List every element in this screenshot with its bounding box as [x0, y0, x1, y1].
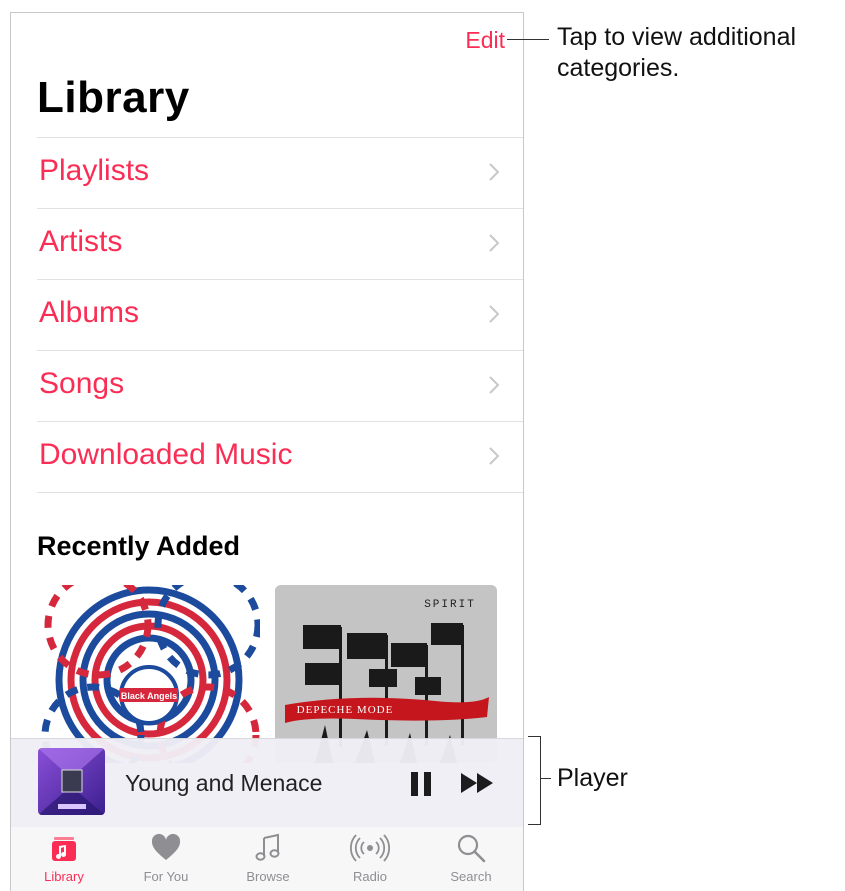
search-icon	[457, 834, 486, 863]
menu-item-playlists[interactable]: Playlists	[37, 137, 523, 208]
now-playing-track: Young and Menace	[125, 770, 323, 796]
tab-browse[interactable]: Browse	[218, 833, 318, 884]
tab-label: Browse	[246, 869, 290, 884]
album-art-black-angels[interactable]: Black Angels	[38, 585, 260, 763]
player-callout-bracket	[540, 736, 541, 824]
edit-button[interactable]: Edit	[465, 27, 505, 54]
menu-item-downloaded-music[interactable]: Downloaded Music	[37, 421, 523, 493]
tab-library[interactable]: Library	[14, 833, 114, 884]
tab-label: For You	[143, 869, 189, 884]
menu-item-label: Songs	[39, 367, 125, 400]
player-callout-bracket-top	[528, 736, 540, 737]
menu-item-label: Playlists	[39, 154, 150, 187]
menu-item-label: Artists	[39, 225, 123, 258]
menu-item-label: Albums	[39, 296, 140, 329]
library-menu: Playlists Artists Albums Songs Downloade…	[37, 137, 523, 493]
edit-callout-line	[507, 39, 549, 40]
radio-icon	[350, 834, 390, 862]
tab-search[interactable]: Search	[421, 833, 521, 884]
chevron-right-icon	[489, 305, 499, 323]
edit-callout: Tap to view additional categories.	[557, 23, 797, 82]
player-callout-line	[541, 778, 551, 779]
album-art-spirit[interactable]: SPIRIT DEPECHE MODE	[275, 585, 497, 763]
tab-label: Radio	[353, 869, 387, 884]
chevron-right-icon	[489, 234, 499, 252]
phone-screen: Edit Library Playlists Artists Albums So…	[10, 12, 524, 891]
tab-bar: Library For You Browse Radio Search	[11, 827, 523, 891]
menu-item-artists[interactable]: Artists	[37, 208, 523, 279]
chevron-right-icon	[489, 447, 499, 465]
album-art-image: SPIRIT DEPECHE MODE	[275, 585, 497, 763]
music-note-icon	[255, 833, 280, 861]
now-playing-art[interactable]	[38, 748, 105, 815]
tab-label: Library	[44, 869, 84, 884]
menu-item-albums[interactable]: Albums	[37, 279, 523, 350]
chevron-right-icon	[489, 376, 499, 394]
player-callout: Player	[557, 764, 628, 792]
menu-item-label: Downloaded Music	[39, 438, 293, 471]
player-callout-bracket-bottom	[528, 824, 541, 825]
tab-for-you[interactable]: For You	[116, 833, 216, 884]
recently-added-title: Recently Added	[37, 531, 241, 561]
album-art-image: Black Angels	[38, 585, 260, 763]
album-art-text: Black Angels	[121, 691, 177, 701]
menu-item-songs[interactable]: Songs	[37, 350, 523, 421]
album-art-text: SPIRIT	[424, 599, 476, 611]
mini-player[interactable]: Young and Menace	[11, 738, 523, 828]
album-art-band-text: DEPECHE MODE	[297, 704, 394, 716]
tab-label: Search	[450, 869, 492, 884]
chevron-right-icon	[489, 163, 499, 181]
now-playing-art-image	[38, 748, 105, 815]
fast-forward-icon[interactable]	[459, 770, 497, 796]
tab-radio[interactable]: Radio	[320, 833, 420, 884]
pause-icon[interactable]	[409, 769, 433, 799]
heart-icon	[151, 833, 181, 860]
library-icon	[52, 837, 76, 861]
page-title: Library	[37, 73, 190, 122]
